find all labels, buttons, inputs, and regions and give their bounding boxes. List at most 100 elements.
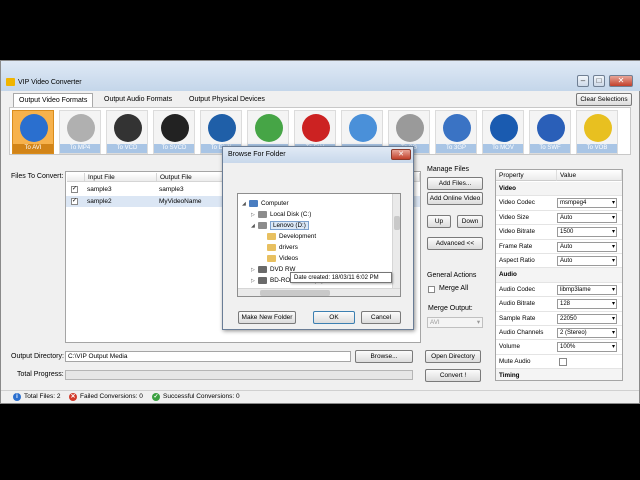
dvd-drive-icon — [258, 276, 267, 284]
drive-icon — [258, 210, 267, 218]
tree-node[interactable]: drivers — [242, 242, 324, 253]
property-name: Audio Channels — [499, 329, 544, 336]
add-online-video-button[interactable]: Add Online Video — [427, 192, 483, 205]
property-name: Aspect Ratio — [499, 257, 535, 264]
make-new-folder-button[interactable]: Make New Folder — [238, 311, 296, 324]
property-row[interactable]: Frame Rate Auto — [496, 240, 622, 254]
property-value-select[interactable]: 128 — [557, 299, 617, 310]
tab-output-video-formats[interactable]: Output Video Formats — [13, 93, 94, 107]
tree-hscroll-thumb[interactable] — [260, 290, 330, 296]
clear-selections-button[interactable]: Clear Selections — [576, 93, 632, 106]
info-icon: i — [13, 393, 21, 401]
dialog-close-button[interactable]: ✕ — [391, 149, 411, 160]
merge-all-checkbox[interactable] — [428, 286, 435, 293]
property-value-select[interactable]: Auto — [557, 256, 617, 266]
property-value-select[interactable]: Auto — [557, 212, 617, 223]
open-directory-button[interactable]: Open Directory — [425, 350, 481, 363]
format-button-0[interactable]: To AVI — [12, 110, 54, 154]
ok-button[interactable]: OK — [313, 311, 355, 324]
disc-icon — [349, 114, 377, 142]
format-label: To VCD — [107, 144, 147, 153]
app-icon — [6, 78, 15, 86]
format-button-3[interactable]: To SVCD — [153, 110, 195, 154]
folder-icon — [267, 254, 276, 262]
property-value-select[interactable]: libmp3lame — [557, 284, 617, 295]
folder-icon — [267, 243, 276, 251]
tree-node[interactable]: Videos — [242, 253, 324, 264]
convert-button[interactable]: Convert ! — [425, 369, 481, 382]
property-name: Frame Rate — [499, 242, 533, 250]
folder-icon — [267, 232, 276, 240]
tree-scroll-thumb[interactable] — [394, 216, 400, 230]
property-row[interactable]: Video Bitrate 1500 — [496, 225, 622, 240]
format-button-10[interactable]: To MOV — [482, 110, 524, 154]
browse-for-folder-dialog: Browse For Folder ✕ ◢ Computer ▷ Local Disk… — [222, 146, 414, 330]
tree-node[interactable]: ◢ Computer — [242, 198, 324, 209]
property-row[interactable]: Mute Audio — [496, 355, 622, 370]
cancel-button[interactable]: Cancel — [361, 311, 401, 324]
expand-arrow-icon[interactable]: ▷ — [251, 276, 258, 287]
tree-horizontal-scrollbar[interactable] — [238, 288, 400, 296]
row-checkbox[interactable]: ✓ — [71, 186, 78, 193]
up-button[interactable]: Up — [427, 215, 451, 228]
property-value-select[interactable]: 100% — [557, 342, 617, 353]
property-row[interactable]: Audio Codec libmp3lame — [496, 283, 622, 298]
format-button-12[interactable]: To VOB — [576, 110, 618, 154]
format-label: To AVI — [13, 144, 53, 153]
mute-audio-checkbox[interactable] — [559, 357, 567, 366]
property-row[interactable]: Audio Channels 2 (Stereo) — [496, 326, 622, 341]
expand-arrow-icon[interactable]: ◢ — [242, 199, 249, 210]
general-actions-label: General Actions — [427, 272, 477, 279]
tree-node-label: drivers — [279, 244, 298, 251]
close-button[interactable]: ✕ — [609, 75, 633, 87]
total-progress-label: Total Progress: — [17, 371, 64, 378]
format-label: To MOV — [483, 144, 523, 153]
ipod-icon — [67, 114, 95, 142]
down-button[interactable]: Down — [457, 215, 483, 228]
expand-arrow-icon[interactable]: ◢ — [251, 221, 258, 232]
property-name: Audio Codec — [499, 285, 536, 293]
table-header-input[interactable]: Input File — [85, 173, 157, 182]
property-row[interactable]: Sample Rate 22050 — [496, 312, 622, 326]
merge-output-select[interactable]: AVI ▾ — [427, 317, 483, 328]
format-button-1[interactable]: To MP4 — [59, 110, 101, 154]
table-header-check — [67, 173, 85, 182]
output-directory-label: Output Directory: — [11, 353, 64, 360]
property-value-select[interactable]: msmpeg4 — [557, 198, 617, 209]
drive-icon — [258, 221, 267, 229]
format-button-2[interactable]: To VCD — [106, 110, 148, 154]
tree-node[interactable]: ◢ Lenovo (D:) — [242, 220, 324, 231]
property-row[interactable]: Aspect Ratio Auto — [496, 254, 622, 269]
maximize-button[interactable]: □ — [593, 75, 605, 87]
output-directory-field[interactable]: C:\VIP Output Media — [65, 351, 351, 362]
advanced-button[interactable]: Advanced << — [427, 237, 483, 250]
property-value-select[interactable]: 2 (Stereo) — [557, 328, 617, 338]
row-checkbox[interactable]: ✓ — [71, 198, 78, 205]
property-name: Video Size — [499, 213, 529, 221]
property-name: Audio Bitrate — [499, 300, 536, 308]
success-icon: ✓ — [152, 393, 160, 401]
tree-node[interactable]: ▷ Local Disk (C:) — [242, 209, 324, 220]
add-files-button[interactable]: Add Files... — [427, 177, 483, 190]
format-button-11[interactable]: To SWF — [529, 110, 571, 154]
property-value-select[interactable]: 1500 — [557, 227, 617, 238]
property-row[interactable]: Volume 100% — [496, 340, 622, 355]
tree-node[interactable]: Development — [242, 231, 324, 242]
format-label: To MP4 — [60, 144, 100, 153]
format-button-9[interactable]: To 3GP — [435, 110, 477, 154]
format-label: To SWF — [530, 144, 570, 153]
property-value-select[interactable]: 22050 — [557, 313, 617, 324]
property-row[interactable]: Video Codec msmpeg4 — [496, 196, 622, 211]
property-value-select[interactable]: Auto — [557, 241, 617, 252]
tab-output-audio-formats[interactable]: Output Audio Formats — [99, 93, 177, 107]
property-row: Timing — [496, 369, 622, 380]
property-row[interactable]: Video Size Auto — [496, 211, 622, 226]
failed-conversions-status: Failed Conversions: 0 — [80, 393, 143, 400]
property-name: Timing — [499, 372, 520, 380]
browse-button[interactable]: Browse... — [355, 350, 413, 363]
tree-vertical-scrollbar[interactable] — [392, 194, 400, 288]
mobile-icon — [443, 114, 471, 142]
tab-output-physical-devices[interactable]: Output Physical Devices — [184, 93, 270, 107]
minimize-button[interactable]: – — [577, 75, 589, 87]
property-row[interactable]: Audio Bitrate 128 — [496, 297, 622, 312]
